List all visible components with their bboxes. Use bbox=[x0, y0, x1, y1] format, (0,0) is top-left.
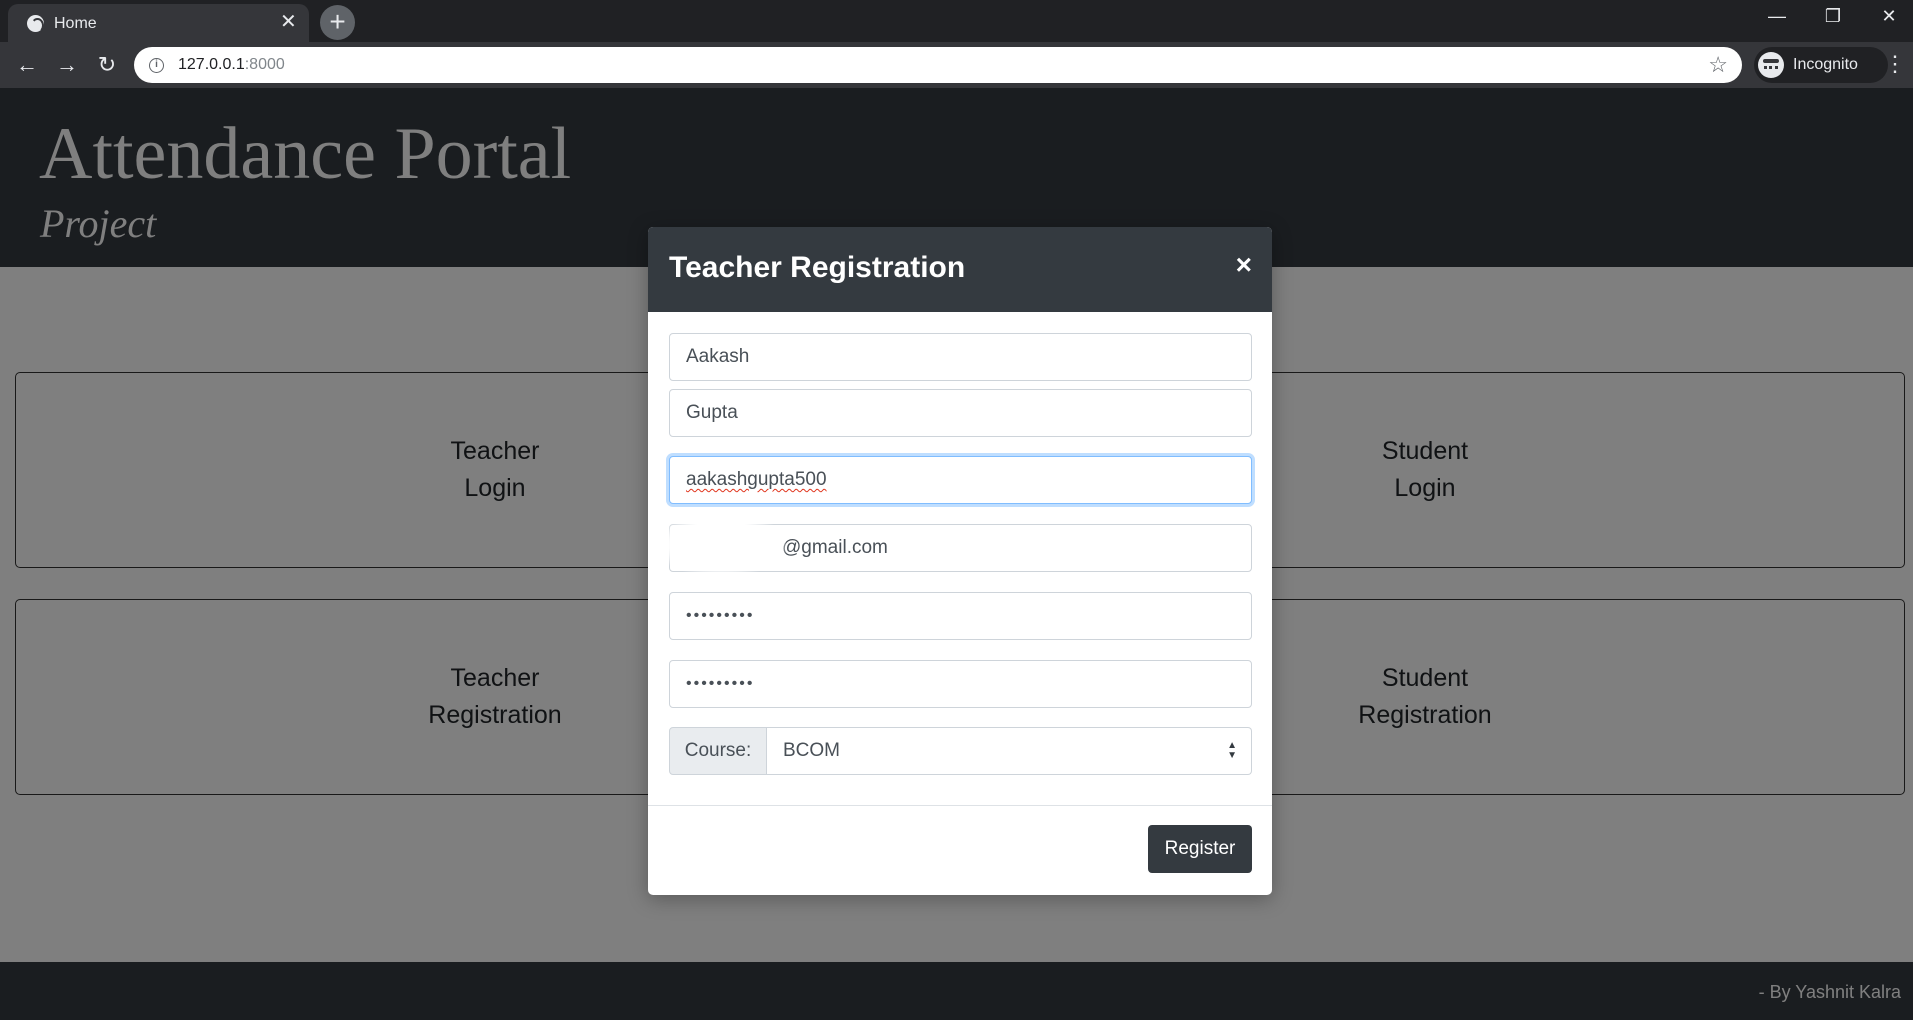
select-arrows-icon: ▲ ▼ bbox=[1227, 740, 1237, 761]
url-text: 127.0.0.1:8000 bbox=[178, 56, 285, 74]
course-input-group: Course: BCOM ▲ ▼ bbox=[669, 727, 1252, 775]
username-value: aakashgupta500 bbox=[686, 469, 827, 490]
last-name-value: Gupta bbox=[686, 402, 738, 423]
window-close-icon[interactable]: ✕ bbox=[1869, 6, 1909, 27]
back-icon[interactable]: ← bbox=[11, 49, 43, 81]
site-info-icon[interactable]: i bbox=[149, 58, 164, 73]
course-value: BCOM bbox=[783, 740, 840, 761]
modal-footer-divider bbox=[648, 805, 1272, 806]
incognito-badge[interactable]: Incognito bbox=[1754, 47, 1888, 83]
address-bar[interactable]: i 127.0.0.1:8000 ☆ bbox=[134, 47, 1742, 83]
restore-icon[interactable]: ❐ bbox=[1813, 6, 1853, 27]
browser-tab-home[interactable]: Home ✕ bbox=[8, 4, 309, 42]
confirm-password-value: ••••••••• bbox=[686, 675, 755, 692]
url-port: :8000 bbox=[244, 56, 285, 73]
course-select[interactable]: BCOM ▲ ▼ bbox=[767, 727, 1252, 775]
register-button[interactable]: Register bbox=[1148, 825, 1252, 873]
first-name-value: Aakash bbox=[686, 346, 750, 367]
tab-title: Home bbox=[54, 15, 97, 32]
teacher-registration-modal: Teacher Registration × Aakash Gupta aaka… bbox=[648, 227, 1272, 895]
incognito-icon bbox=[1758, 52, 1784, 78]
browser-tabstrip: Home ✕ + — ❐ ✕ bbox=[0, 0, 1913, 42]
modal-close-icon[interactable]: × bbox=[1236, 251, 1252, 279]
new-tab-button[interactable]: + bbox=[320, 5, 355, 40]
first-name-field[interactable]: Aakash bbox=[669, 333, 1252, 381]
web-page: Attendance Portal Project Teacher Login … bbox=[0, 88, 1913, 1020]
password-value: ••••••••• bbox=[686, 607, 755, 624]
username-field[interactable]: aakashgupta500 bbox=[669, 456, 1252, 504]
forward-icon[interactable]: → bbox=[51, 49, 83, 81]
modal-header: Teacher Registration × bbox=[648, 227, 1272, 312]
browser-menu-icon[interactable]: ⋮ bbox=[1884, 50, 1906, 78]
modal-title: Teacher Registration bbox=[669, 251, 966, 284]
last-name-field[interactable]: Gupta bbox=[669, 389, 1252, 437]
browser-toolbar: ← → ↻ i 127.0.0.1:8000 ☆ Incognito ⋮ bbox=[0, 42, 1913, 88]
password-field[interactable]: ••••••••• bbox=[669, 592, 1252, 640]
confirm-password-field[interactable]: ••••••••• bbox=[669, 660, 1252, 708]
globe-icon bbox=[27, 15, 44, 33]
url-host: 127.0.0.1 bbox=[178, 56, 245, 73]
email-redaction-blur bbox=[656, 515, 786, 575]
incognito-label: Incognito bbox=[1793, 56, 1858, 73]
minimize-icon[interactable]: — bbox=[1757, 6, 1797, 27]
reload-icon[interactable]: ↻ bbox=[91, 49, 123, 81]
tab-close-icon[interactable]: ✕ bbox=[280, 12, 297, 32]
course-label: Course: bbox=[669, 727, 767, 775]
bookmark-star-icon[interactable]: ☆ bbox=[1708, 52, 1728, 78]
